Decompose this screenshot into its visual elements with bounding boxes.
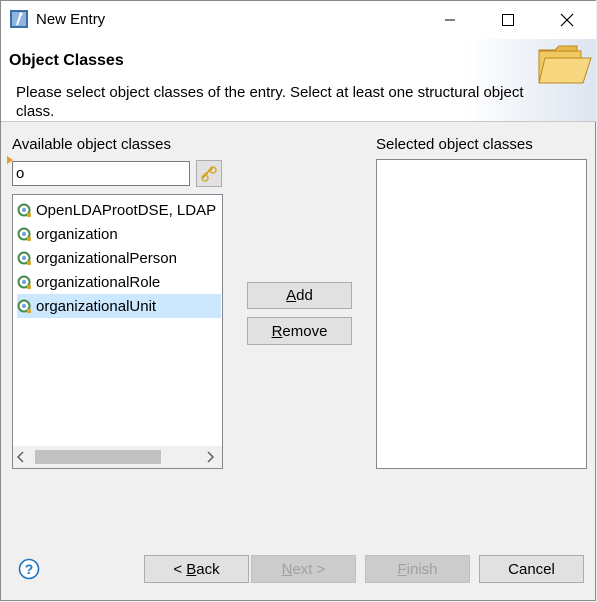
- close-button[interactable]: [538, 1, 596, 39]
- minimize-button[interactable]: [421, 1, 479, 39]
- back-label-rest: ack: [196, 560, 220, 578]
- finish-mnemonic: F: [397, 560, 407, 578]
- filter-field[interactable]: [12, 161, 190, 186]
- list-item-label: organizationalPerson: [36, 249, 177, 267]
- list-item-label: OpenLDAProotDSE, LDAP: [36, 201, 217, 219]
- scroll-right-icon[interactable]: [205, 451, 215, 463]
- minimize-icon: [445, 19, 455, 21]
- next-button[interactable]: Next >: [251, 555, 356, 583]
- cancel-label: Cancel: [508, 560, 555, 578]
- help-icon[interactable]: ?: [18, 558, 40, 580]
- title-bar[interactable]: New Entry: [1, 1, 596, 39]
- folder-icon: [538, 45, 592, 84]
- selected-classes-list[interactable]: [376, 159, 587, 469]
- list-item-organization[interactable]: organization: [17, 222, 221, 246]
- filter-input[interactable]: [16, 163, 186, 184]
- object-class-icon: [17, 251, 31, 265]
- scrollbar-thumb[interactable]: [35, 450, 161, 464]
- back-mnemonic: B: [186, 560, 197, 578]
- list-item-organizationalunit[interactable]: organizationalUnit: [17, 294, 221, 318]
- available-classes-label: Available object classes: [12, 136, 171, 153]
- back-button[interactable]: < Back: [144, 555, 249, 583]
- wizard-header: Object Classes Please select object clas…: [1, 39, 596, 122]
- list-item-organizationalperson[interactable]: organizationalPerson: [17, 246, 221, 270]
- object-class-icon: [17, 275, 31, 289]
- object-class-icon: [17, 203, 31, 217]
- finish-label-rest: inish: [406, 560, 438, 578]
- back-prefix: <: [173, 560, 187, 578]
- object-class-icon: [17, 227, 31, 241]
- next-label-rest: ext >: [292, 560, 326, 578]
- next-mnemonic: N: [281, 560, 293, 578]
- list-item-label: organizationalUnit: [36, 297, 157, 315]
- selected-classes-label: Selected object classes: [376, 136, 533, 153]
- cancel-button[interactable]: Cancel: [479, 555, 584, 583]
- scroll-left-icon[interactable]: [16, 451, 26, 463]
- clear-filter-button[interactable]: [196, 160, 222, 187]
- page-title: Object Classes: [9, 52, 124, 69]
- remove-button[interactable]: Remove: [247, 317, 352, 345]
- new-entry-dialog: New Entry Object Classes Please select o…: [0, 0, 596, 601]
- app-icon: [10, 10, 28, 28]
- list-item-openldaprootdse[interactable]: OpenLDAProotDSE, LDAP: [17, 198, 221, 222]
- list-item-label: organizationalRole: [36, 273, 161, 291]
- svg-text:?: ?: [25, 561, 34, 577]
- maximize-icon: [502, 14, 514, 26]
- object-class-icon: [17, 299, 31, 313]
- finish-button[interactable]: Finish: [365, 555, 470, 583]
- link-icon: [201, 165, 217, 182]
- add-mnemonic: A: [286, 287, 297, 304]
- horizontal-scrollbar[interactable]: [13, 446, 222, 468]
- close-icon: [560, 13, 574, 27]
- remove-label-rest: emove: [282, 322, 328, 340]
- add-button[interactable]: Add: [247, 282, 352, 309]
- list-item-organizationalrole[interactable]: organizationalRole: [17, 270, 221, 294]
- available-classes-list[interactable]: OpenLDAProotDSE, LDAP organization organ…: [12, 194, 223, 469]
- list-item-label: organization: [36, 225, 118, 243]
- remove-mnemonic: R: [271, 322, 283, 340]
- add-label-rest: dd: [296, 287, 313, 304]
- maximize-button[interactable]: [479, 1, 537, 39]
- page-description: Please select object classes of the entr…: [16, 84, 524, 120]
- window-title: New Entry: [36, 11, 106, 28]
